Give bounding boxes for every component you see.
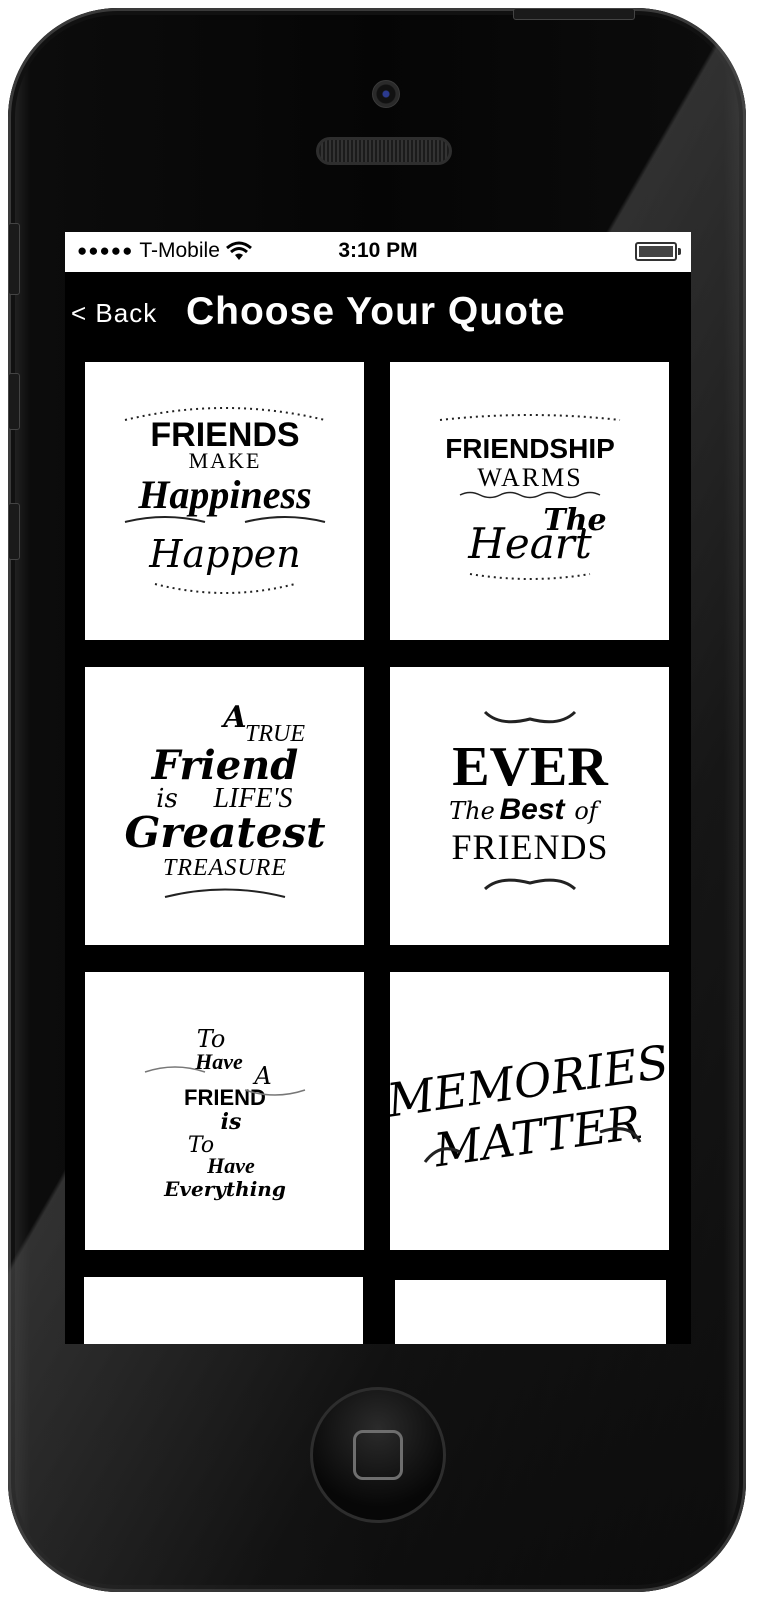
mute-switch[interactable] xyxy=(8,223,20,295)
home-button[interactable] xyxy=(310,1387,446,1523)
front-camera xyxy=(372,80,400,108)
quote-tile-partial-right[interactable] xyxy=(395,1280,666,1344)
quote-tile-memories-matter[interactable]: MEMORIES MATTER xyxy=(390,972,669,1250)
quote-line: EVER xyxy=(452,736,608,798)
quote-tile-friendship-warms-the-heart[interactable]: FRIENDSHIP WARMS The Heart xyxy=(390,362,669,640)
quote-line: The xyxy=(449,797,495,825)
quote-line: Heart xyxy=(467,519,592,568)
status-time: 3:10 PM xyxy=(338,239,418,262)
volume-up-button[interactable] xyxy=(8,373,20,430)
quote-line: FRIEND xyxy=(184,1085,266,1110)
status-bar: ●●●●● T-Mobile 3:10 PM xyxy=(65,232,691,272)
quote-tile-ever-the-best-of-friends[interactable]: EVER The Best of FRIENDS xyxy=(390,667,669,945)
quote-line: is xyxy=(221,1109,242,1135)
quote-line: A xyxy=(220,700,246,735)
quote-tile-to-have-a-friend[interactable]: To Have A FRIEND is To Have Everything xyxy=(85,972,364,1250)
back-button[interactable]: < Back xyxy=(71,298,157,329)
quote-line: TREASURE xyxy=(163,855,287,881)
page-title: Choose Your Quote xyxy=(186,290,566,333)
power-button[interactable] xyxy=(513,8,635,20)
quote-line: FRIENDSHIP xyxy=(445,433,615,464)
earpiece-speaker xyxy=(316,137,452,165)
quote-tile-a-true-friend[interactable]: A TRUE Friend is LIFE'S Greatest TREASUR… xyxy=(85,667,364,945)
quote-line: FRIENDS xyxy=(451,827,608,867)
quote-tile-partial-left[interactable] xyxy=(84,1277,363,1344)
quote-line: Everything xyxy=(163,1177,286,1201)
quote-line: Have xyxy=(206,1153,255,1178)
home-square-icon xyxy=(353,1430,403,1480)
volume-down-button[interactable] xyxy=(8,503,20,560)
battery-icon xyxy=(635,242,681,261)
quote-line: Happen xyxy=(148,532,300,576)
quote-tile-friends-make-happiness[interactable]: FRIENDS MAKE Happiness Happen xyxy=(85,362,364,640)
quote-line: MAKE xyxy=(189,448,262,473)
quote-line: Happiness xyxy=(137,472,311,517)
quote-line: of xyxy=(574,797,601,825)
quote-line: Best xyxy=(499,793,566,826)
quote-line: WARMS xyxy=(477,463,582,492)
navigation-bar: < Back Choose Your Quote xyxy=(65,272,691,356)
app-screen: ●●●●● T-Mobile 3:10 PM < Back Choose You… xyxy=(65,232,691,1344)
quote-line: Friend xyxy=(151,742,298,789)
quote-line: Greatest xyxy=(124,808,325,857)
